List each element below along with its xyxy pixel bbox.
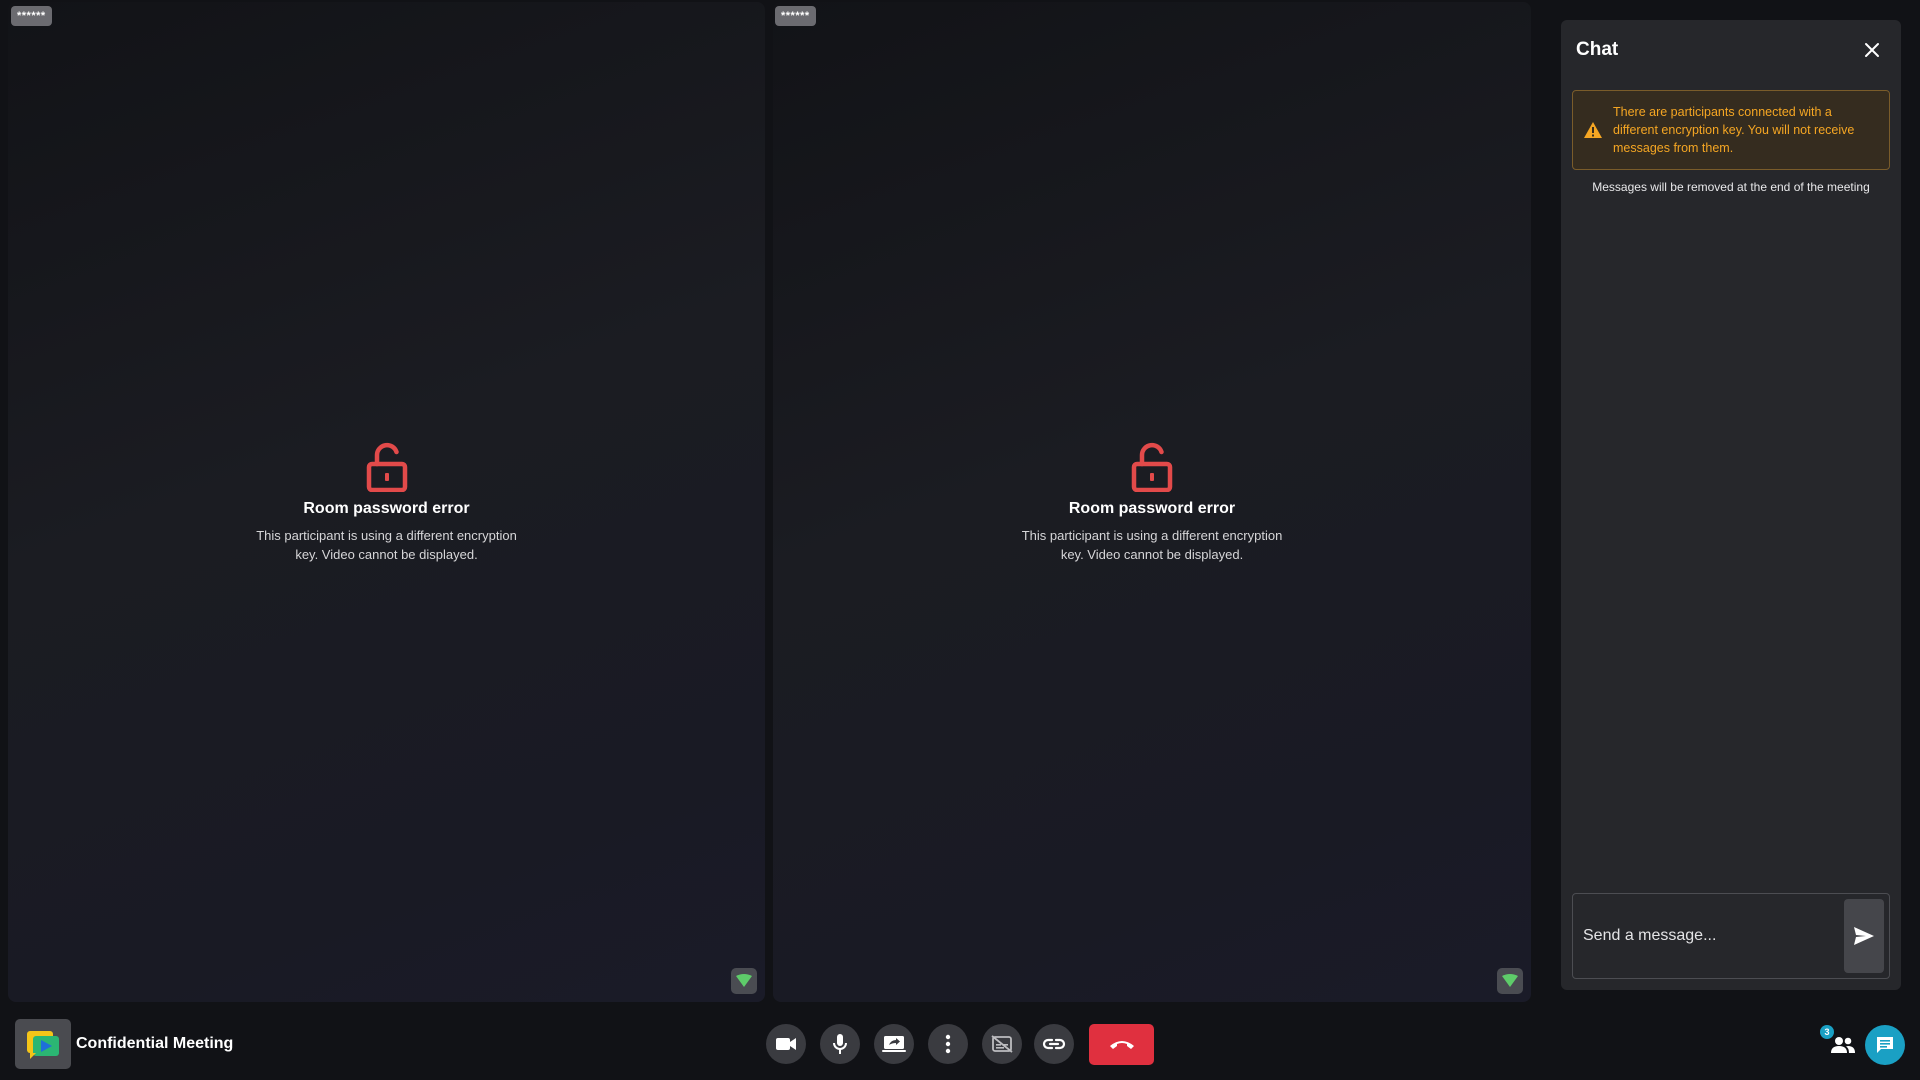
chat-retention-note: Messages will be removed at the end of t…	[1592, 180, 1870, 194]
screen-share-button[interactable]	[874, 1024, 914, 1064]
meeting-title: Confidential Meeting	[76, 1035, 234, 1052]
microphone-toggle-button[interactable]	[820, 1024, 860, 1064]
error-title: Room password error	[1068, 500, 1236, 517]
chat-icon	[1877, 1037, 1893, 1053]
chat-title: Chat	[1576, 39, 1619, 60]
app-logo	[15, 1019, 71, 1069]
meeting-app: ****** Room password error This particip…	[0, 0, 1920, 1080]
connection-strength-icon	[1502, 974, 1518, 987]
chat-close-button[interactable]	[1861, 39, 1883, 61]
unlocked-lock-icon	[1131, 442, 1173, 492]
participants-count-badge: 3	[1820, 1025, 1834, 1039]
error-description: This participant is using a different en…	[1021, 528, 1283, 562]
error-title: Room password error	[303, 500, 470, 517]
chat-message-input[interactable]	[1583, 894, 1833, 978]
encryption-warning: There are participants connected with a …	[1572, 90, 1890, 170]
close-icon	[1865, 43, 1879, 57]
participant-tile[interactable]: ****** Room password error This particip…	[773, 2, 1531, 1002]
chat-composer	[1572, 893, 1890, 979]
connection-indicator[interactable]	[731, 968, 757, 994]
more-options-button[interactable]	[928, 1024, 968, 1064]
participant-name-badge: ******	[11, 6, 52, 26]
video-camera-icon	[776, 1038, 796, 1050]
warning-icon	[1584, 122, 1602, 138]
connection-strength-icon	[736, 974, 752, 987]
warning-text: There are participants connected with a …	[1613, 105, 1855, 155]
chat-panel: Chat There are participants connected wi…	[1561, 20, 1901, 990]
connection-indicator[interactable]	[1497, 968, 1523, 994]
encryption-error: Room password error This participant is …	[773, 440, 1531, 564]
camera-toggle-button[interactable]	[766, 1024, 806, 1064]
send-message-button[interactable]	[1844, 899, 1884, 973]
chat-toggle-button[interactable]	[1865, 1025, 1905, 1065]
send-icon	[1854, 927, 1874, 945]
microphone-icon	[833, 1034, 847, 1054]
more-vertical-icon	[945, 1034, 951, 1054]
encryption-error: Room password error This participant is …	[8, 440, 765, 564]
leave-meeting-button[interactable]	[1089, 1024, 1154, 1065]
captions-off-icon	[991, 1035, 1013, 1053]
participant-name-badge: ******	[775, 6, 816, 26]
link-icon	[1042, 1038, 1066, 1050]
screen-share-icon	[882, 1036, 906, 1052]
copy-link-button[interactable]	[1034, 1024, 1074, 1064]
app-logo-icon	[27, 1031, 59, 1059]
participant-tile[interactable]: ****** Room password error This particip…	[8, 2, 765, 1002]
error-description: This participant is using a different en…	[256, 528, 517, 562]
captions-toggle-button[interactable]	[982, 1024, 1022, 1064]
hangup-icon	[1109, 1040, 1134, 1049]
unlocked-lock-icon	[366, 442, 407, 492]
participants-icon	[1831, 1037, 1855, 1053]
